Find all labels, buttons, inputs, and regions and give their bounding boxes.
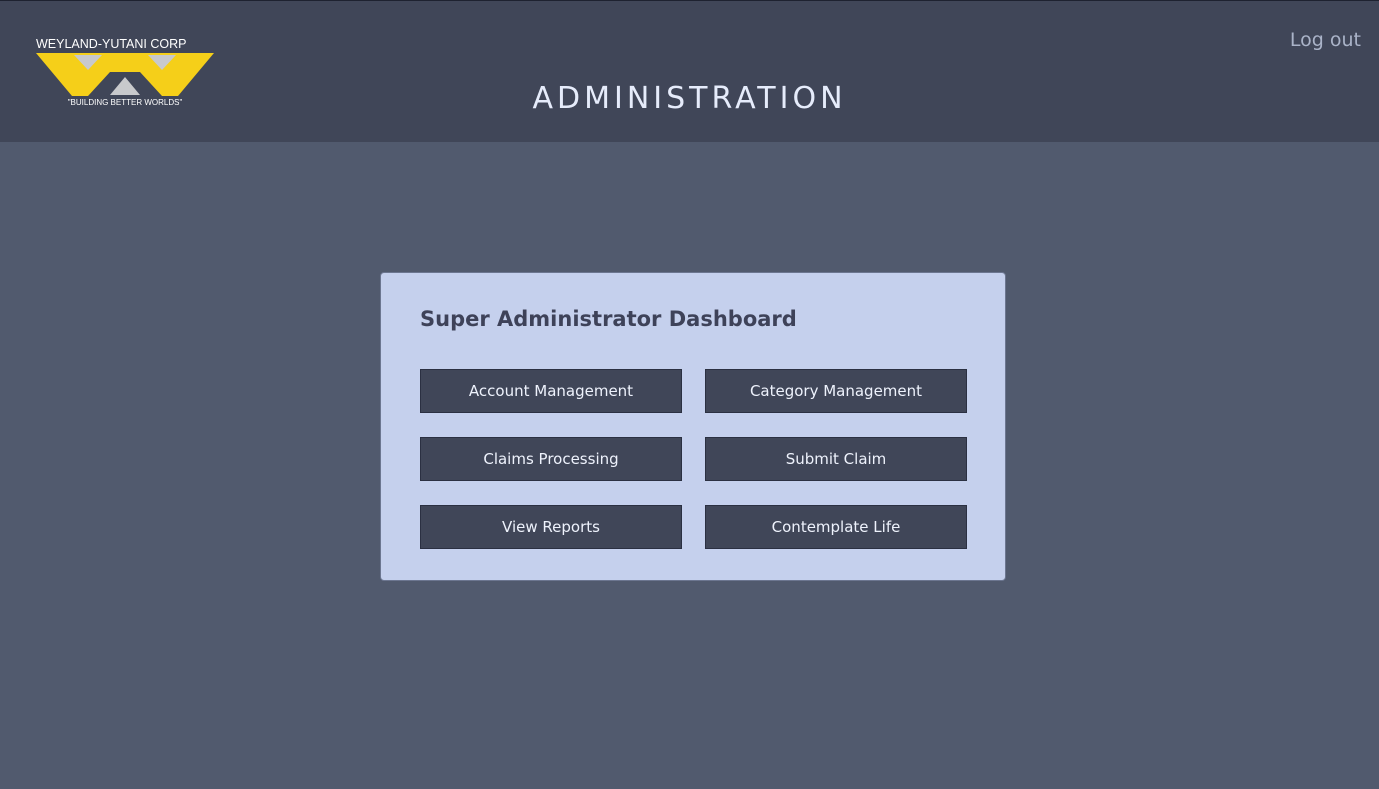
dashboard-card: Super Administrator Dashboard Account Ma…	[380, 272, 1006, 581]
dashboard-title: Super Administrator Dashboard	[420, 307, 797, 331]
submit-claim-button[interactable]: Submit Claim	[705, 437, 967, 481]
header-bar: WEYLAND-YUTANI CORP "BUILDING BETTER WOR…	[0, 0, 1379, 142]
category-management-button[interactable]: Category Management	[705, 369, 967, 413]
logo-company-text: WEYLAND-YUTANI CORP	[36, 37, 186, 51]
logout-link[interactable]: Log out	[1290, 29, 1361, 51]
account-management-button[interactable]: Account Management	[420, 369, 682, 413]
view-reports-button[interactable]: View Reports	[420, 505, 682, 549]
contemplate-life-button[interactable]: Contemplate Life	[705, 505, 967, 549]
page-title: ADMINISTRATION	[532, 81, 847, 116]
claims-processing-button[interactable]: Claims Processing	[420, 437, 682, 481]
